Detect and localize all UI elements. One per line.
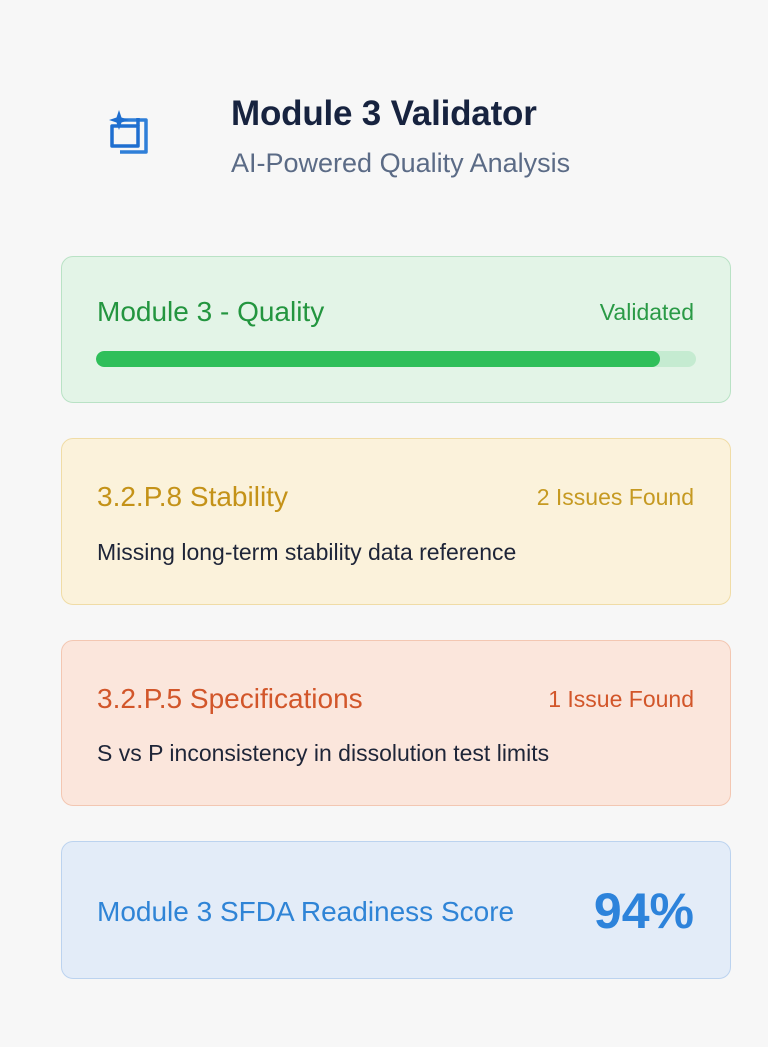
card-title: Module 3 - Quality: [97, 296, 325, 327]
progress-fill: [96, 351, 660, 367]
app-subtitle: AI-Powered Quality Analysis: [231, 148, 571, 178]
card-title: 3.2.P.8 Stability: [97, 481, 288, 512]
issue-description: Missing long-term stability data referen…: [97, 539, 517, 565]
validation-progress-bar: [96, 351, 696, 367]
readiness-score-card: Module 3 SFDA Readiness Score 94%: [61, 841, 731, 979]
stability-section-card[interactable]: 3.2.P.8 Stability 2 Issues Found Missing…: [61, 438, 731, 605]
quality-module-card[interactable]: Module 3 - Quality Validated: [61, 256, 731, 403]
app-header: Module 3 Validator AI-Powered Quality An…: [100, 92, 720, 192]
app-title: Module 3 Validator: [231, 94, 537, 133]
sparkle-stack-icon: [100, 104, 156, 160]
issues-count-label: 2 Issues Found: [536, 484, 694, 510]
specifications-section-card[interactable]: 3.2.P.5 Specifications 1 Issue Found S v…: [61, 640, 731, 806]
score-label: Module 3 SFDA Readiness Score: [97, 896, 515, 927]
issue-description: S vs P inconsistency in dissolution test…: [97, 740, 550, 766]
issues-count-label: 1 Issue Found: [548, 686, 694, 712]
card-title: 3.2.P.5 Specifications: [97, 683, 363, 714]
status-label: Validated: [599, 299, 694, 325]
score-value: 94%: [593, 883, 694, 939]
page: Module 3 Validator AI-Powered Quality An…: [0, 0, 768, 1047]
